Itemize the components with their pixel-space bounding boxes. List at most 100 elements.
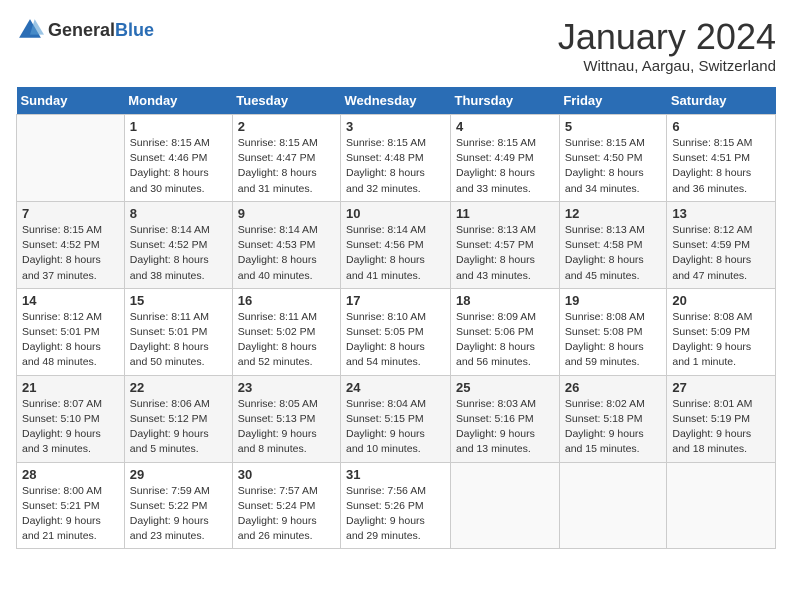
col-header-saturday: Saturday [667,87,776,115]
day-info: Sunrise: 8:00 AMSunset: 5:21 PMDaylight:… [22,484,119,545]
day-info: Sunrise: 7:57 AMSunset: 5:24 PMDaylight:… [238,484,335,545]
day-info: Sunrise: 8:14 AMSunset: 4:56 PMDaylight:… [346,223,445,284]
calendar-cell: 29 Sunrise: 7:59 AMSunset: 5:22 PMDayligh… [124,462,232,549]
calendar-cell: 30 Sunrise: 7:57 AMSunset: 5:24 PMDayligh… [232,462,340,549]
day-number: 4 [456,119,554,134]
calendar-cell: 4 Sunrise: 8:15 AMSunset: 4:49 PMDaylight… [451,115,560,202]
calendar-cell: 5Sunrise: 8:15 AMSunset: 4:50 PMDaylight… [559,115,667,202]
calendar-cell [559,462,667,549]
calendar-cell: 2Sunrise: 8:15 AMSunset: 4:47 PMDaylight… [232,115,340,202]
day-number: 14 [22,293,119,308]
day-number: 5 [565,119,662,134]
calendar-cell: 11 Sunrise: 8:13 AMSunset: 4:57 PMDayligh… [451,201,560,288]
day-number: 13 [672,206,770,221]
day-number: 27 [672,380,770,395]
logo-text-general: General [48,20,115,40]
day-number: 25 [456,380,554,395]
col-header-tuesday: Tuesday [232,87,340,115]
calendar-cell: 6Sunrise: 8:15 AMSunset: 4:51 PMDaylight… [667,115,776,202]
day-number: 10 [346,206,445,221]
location-title: Wittnau, Aargau, Switzerland [558,58,776,75]
calendar-cell: 18 Sunrise: 8:09 AMSunset: 5:06 PMDayligh… [451,288,560,375]
day-number: 16 [238,293,335,308]
col-header-monday: Monday [124,87,232,115]
calendar-cell: 22 Sunrise: 8:06 AMSunset: 5:12 PMDayligh… [124,375,232,462]
day-number: 24 [346,380,445,395]
day-info: Sunrise: 8:10 AMSunset: 5:05 PMDaylight:… [346,310,445,371]
col-header-friday: Friday [559,87,667,115]
calendar-row: 7 Sunrise: 8:15 AMSunset: 4:52 PMDaylight… [17,201,776,288]
day-info: Sunrise: 8:11 AMSunset: 5:02 PMDaylight:… [238,310,335,371]
calendar-cell: 13 Sunrise: 8:12 AMSunset: 4:59 PMDayligh… [667,201,776,288]
calendar-cell: 21Sunrise: 8:07 AMSunset: 5:10 PMDayligh… [17,375,125,462]
calendar-cell: 28 Sunrise: 8:00 AMSunset: 5:21 PMDayligh… [17,462,125,549]
day-number: 12 [565,206,662,221]
calendar-cell: 19 Sunrise: 8:08 AMSunset: 5:08 PMDayligh… [559,288,667,375]
day-number: 9 [238,206,335,221]
day-number: 20 [672,293,770,308]
day-info: Sunrise: 8:15 AMSunset: 4:52 PMDaylight:… [22,223,119,284]
day-info: Sunrise: 7:56 AMSunset: 5:26 PMDaylight:… [346,484,445,545]
calendar-cell: 8Sunrise: 8:14 AMSunset: 4:52 PMDaylight… [124,201,232,288]
day-info: Sunrise: 8:15 AMSunset: 4:46 PMDaylight:… [130,136,227,197]
calendar-cell: 12 Sunrise: 8:13 AMSunset: 4:58 PMDayligh… [559,201,667,288]
day-number: 18 [456,293,554,308]
calendar-row: 14 Sunrise: 8:12 AMSunset: 5:01 PMDayligh… [17,288,776,375]
day-info: Sunrise: 8:13 AMSunset: 4:58 PMDaylight:… [565,223,662,284]
day-number: 30 [238,467,335,482]
col-header-sunday: Sunday [17,87,125,115]
day-number: 3 [346,119,445,134]
day-info: Sunrise: 7:59 AMSunset: 5:22 PMDaylight:… [130,484,227,545]
month-title: January 2024 [558,16,776,58]
day-number: 7 [22,206,119,221]
day-info: Sunrise: 8:15 AMSunset: 4:48 PMDaylight:… [346,136,445,197]
calendar-cell [667,462,776,549]
title-area: January 2024 Wittnau, Aargau, Switzerlan… [558,16,776,75]
calendar-cell: 9Sunrise: 8:14 AMSunset: 4:53 PMDaylight… [232,201,340,288]
day-number: 2 [238,119,335,134]
col-header-wednesday: Wednesday [341,87,451,115]
day-info: Sunrise: 8:15 AMSunset: 4:51 PMDaylight:… [672,136,770,197]
day-info: Sunrise: 8:15 AMSunset: 4:49 PMDaylight:… [456,136,554,197]
day-number: 23 [238,380,335,395]
calendar-cell: 25Sunrise: 8:03 AMSunset: 5:16 PMDayligh… [451,375,560,462]
day-number: 28 [22,467,119,482]
day-info: Sunrise: 8:02 AMSunset: 5:18 PMDaylight:… [565,397,662,458]
col-header-thursday: Thursday [451,87,560,115]
logo: GeneralBlue [16,16,154,44]
day-number: 26 [565,380,662,395]
day-info: Sunrise: 8:09 AMSunset: 5:06 PMDaylight:… [456,310,554,371]
day-info: Sunrise: 8:13 AMSunset: 4:57 PMDaylight:… [456,223,554,284]
logo-icon [16,16,44,44]
calendar-cell [451,462,560,549]
day-info: Sunrise: 8:06 AMSunset: 5:12 PMDaylight:… [130,397,227,458]
day-info: Sunrise: 8:12 AMSunset: 4:59 PMDaylight:… [672,223,770,284]
calendar-cell: 31Sunrise: 7:56 AMSunset: 5:26 PMDayligh… [341,462,451,549]
calendar-cell: 3 Sunrise: 8:15 AMSunset: 4:48 PMDaylight… [341,115,451,202]
day-number: 17 [346,293,445,308]
calendar-cell: 17 Sunrise: 8:10 AMSunset: 5:05 PMDayligh… [341,288,451,375]
day-number: 8 [130,206,227,221]
calendar-cell: 16 Sunrise: 8:11 AMSunset: 5:02 PMDayligh… [232,288,340,375]
day-info: Sunrise: 8:08 AMSunset: 5:08 PMDaylight:… [565,310,662,371]
day-number: 29 [130,467,227,482]
day-number: 15 [130,293,227,308]
day-info: Sunrise: 8:05 AMSunset: 5:13 PMDaylight:… [238,397,335,458]
day-info: Sunrise: 8:12 AMSunset: 5:01 PMDaylight:… [22,310,119,371]
day-info: Sunrise: 8:08 AMSunset: 5:09 PMDaylight:… [672,310,770,371]
day-number: 19 [565,293,662,308]
calendar-cell: 7 Sunrise: 8:15 AMSunset: 4:52 PMDaylight… [17,201,125,288]
calendar-table: SundayMondayTuesdayWednesdayThursdayFrid… [16,87,776,549]
calendar-cell: 1 Sunrise: 8:15 AMSunset: 4:46 PMDaylight… [124,115,232,202]
day-info: Sunrise: 8:04 AMSunset: 5:15 PMDaylight:… [346,397,445,458]
day-number: 22 [130,380,227,395]
day-info: Sunrise: 8:07 AMSunset: 5:10 PMDaylight:… [22,397,119,458]
calendar-cell: 24 Sunrise: 8:04 AMSunset: 5:15 PMDayligh… [341,375,451,462]
calendar-cell: 23 Sunrise: 8:05 AMSunset: 5:13 PMDayligh… [232,375,340,462]
day-info: Sunrise: 8:11 AMSunset: 5:01 PMDaylight:… [130,310,227,371]
calendar-cell: 20 Sunrise: 8:08 AMSunset: 5:09 PMDayligh… [667,288,776,375]
calendar-cell: 26 Sunrise: 8:02 AMSunset: 5:18 PMDayligh… [559,375,667,462]
day-number: 11 [456,206,554,221]
day-number: 1 [130,119,227,134]
calendar-cell [17,115,125,202]
